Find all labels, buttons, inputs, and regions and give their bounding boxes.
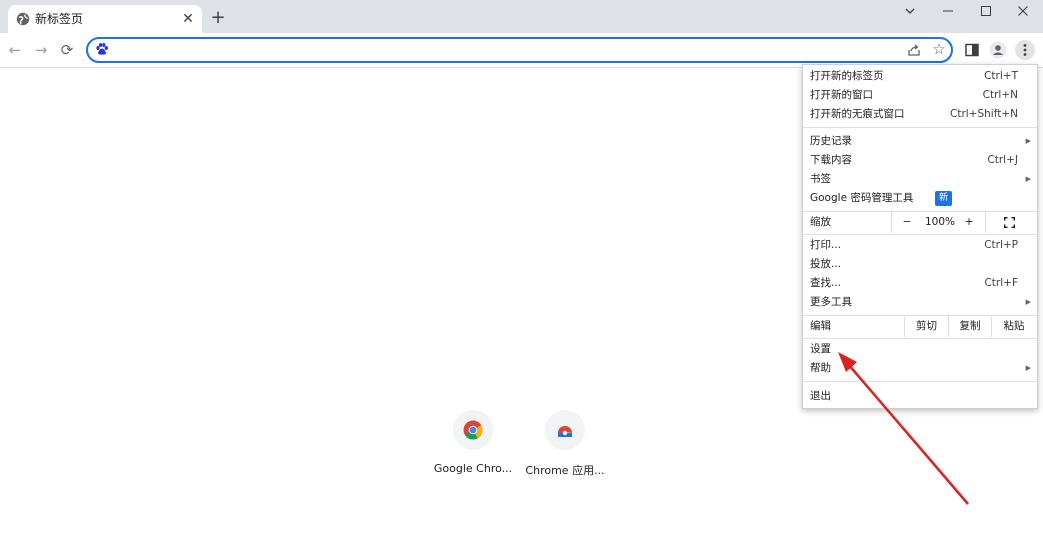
menu-kebab-icon[interactable] (1015, 40, 1035, 60)
menu-divider (803, 234, 1037, 235)
minimize-icon (943, 10, 953, 12)
chevron-down-icon (905, 8, 915, 14)
menu-item-more-tools[interactable]: 更多工具 ▶ (803, 293, 1037, 312)
tab-search-button[interactable] (891, 0, 929, 22)
shortcut-tile (453, 410, 493, 450)
tab-strip: 新标签页 ✕ + (0, 0, 1043, 33)
maximize-button[interactable] (967, 0, 1005, 22)
shortcut-google-chrome[interactable]: Google Chro... (428, 410, 518, 475)
shortcut-label: Google Chro... (433, 462, 513, 475)
menu-item-label: 书签 (810, 173, 831, 185)
menu-item-exit[interactable]: 退出 (803, 387, 1037, 406)
menu-item-find[interactable]: 查找... Ctrl+F (803, 274, 1037, 293)
profile-avatar-icon[interactable] (989, 41, 1007, 59)
shortcut-tile (545, 410, 585, 450)
minimize-button[interactable] (929, 0, 967, 22)
menu-item-new-window[interactable]: 打开新的窗口 Ctrl+N (803, 86, 1037, 105)
new-badge: 新 (935, 191, 952, 206)
menu-item-label: 帮助 (810, 362, 831, 374)
fullscreen-icon[interactable] (1004, 217, 1015, 228)
menu-item-label: 打开新的无痕式窗口 (810, 108, 905, 120)
menu-item-settings[interactable]: 设置 (803, 340, 1037, 359)
menu-item-label: 更多工具 (810, 296, 852, 308)
menu-item-label: 打开新的标签页 (810, 70, 884, 82)
address-bar[interactable]: ☆ (86, 37, 953, 63)
toolbar: ← → ⟳ ☆ (0, 33, 1043, 68)
copy-button[interactable]: 复制 (949, 316, 991, 337)
submenu-arrow-icon: ▶ (1025, 175, 1031, 183)
menu-item-history[interactable]: 历史记录 ▶ (803, 132, 1037, 151)
menu-item-label: 下载内容 (810, 154, 852, 166)
reload-button[interactable]: ⟳ (57, 40, 77, 60)
menu-item-label: 退出 (810, 390, 831, 402)
chrome-logo-icon (463, 420, 483, 440)
menu-divider (803, 127, 1037, 128)
bookmark-star-icon[interactable]: ☆ (931, 40, 947, 58)
submenu-arrow-icon: ▶ (1025, 137, 1031, 145)
shortcut-label: Chrome 应用... (525, 464, 605, 477)
menu-item-shortcut: Ctrl+T (984, 70, 1018, 82)
menu-item-help[interactable]: 帮助 ▶ (803, 359, 1037, 378)
menu-item-shortcut: Ctrl+N (982, 89, 1018, 101)
zoom-out-button[interactable]: − (898, 212, 916, 233)
submenu-arrow-icon: ▶ (1025, 298, 1031, 306)
zoom-divider (985, 212, 986, 233)
close-window-button[interactable] (1004, 0, 1042, 22)
edit-row: 编辑 剪切 复制 粘贴 (803, 316, 1037, 337)
menu-item-label: 查找... (810, 277, 842, 289)
forward-button[interactable]: → (31, 40, 51, 60)
edit-label: 编辑 (810, 320, 831, 332)
zoom-level-value: 100% (924, 216, 956, 228)
zoom-label: 缩放 (810, 216, 831, 228)
submenu-arrow-icon: ▶ (1025, 364, 1031, 372)
menu-divider (803, 381, 1037, 382)
menu-item-label: 投放... (810, 258, 842, 270)
menu-item-label: Google 密码管理工具 (810, 192, 914, 204)
address-input[interactable] (116, 41, 900, 61)
menu-item-label: 设置 (810, 343, 831, 355)
baidu-paw-icon (96, 43, 108, 55)
menu-divider (803, 338, 1037, 339)
zoom-in-button[interactable]: + (960, 212, 978, 233)
menu-item-shortcut: Ctrl+P (984, 239, 1018, 251)
menu-item-label: 打印... (810, 239, 842, 251)
chrome-web-store-icon (558, 426, 572, 437)
menu-item-print[interactable]: 打印... Ctrl+P (803, 236, 1037, 255)
menu-item-new-incognito[interactable]: 打开新的无痕式窗口 Ctrl+Shift+N (803, 105, 1037, 124)
paste-button[interactable]: 粘贴 (992, 316, 1036, 337)
share-icon[interactable] (906, 42, 922, 58)
maximize-icon (981, 6, 991, 16)
globe-icon (16, 12, 30, 26)
zoom-divider (891, 212, 892, 233)
chrome-main-menu: 打开新的标签页 Ctrl+T 打开新的窗口 Ctrl+N 打开新的无痕式窗口 C… (802, 64, 1038, 409)
back-button[interactable]: ← (5, 40, 25, 60)
tab-title: 新标签页 (35, 12, 84, 26)
menu-item-label: 历史记录 (810, 135, 852, 147)
shortcut-chrome-apps[interactable]: Chrome 应用... (520, 410, 610, 478)
menu-item-shortcut: Ctrl+F (984, 277, 1018, 289)
menu-item-label: 打开新的窗口 (810, 89, 873, 101)
menu-item-bookmarks[interactable]: 书签 ▶ (803, 170, 1037, 189)
menu-item-downloads[interactable]: 下载内容 Ctrl+J (803, 151, 1037, 170)
menu-item-shortcut: Ctrl+Shift+N (950, 108, 1018, 120)
close-icon (1018, 6, 1028, 16)
zoom-row: 缩放 − 100% + (803, 212, 1037, 233)
menu-item-shortcut: Ctrl+J (987, 154, 1018, 166)
menu-item-password-manager[interactable]: Google 密码管理工具 新 (803, 189, 1037, 208)
active-tab[interactable]: 新标签页 ✕ (8, 5, 202, 33)
tab-close-icon[interactable]: ✕ (180, 11, 196, 27)
new-tab-button[interactable]: + (208, 8, 228, 28)
menu-item-cast[interactable]: 投放... (803, 255, 1037, 274)
menu-item-new-tab[interactable]: 打开新的标签页 Ctrl+T (803, 67, 1037, 86)
cut-button[interactable]: 剪切 (905, 316, 948, 337)
side-panel-icon[interactable] (963, 41, 981, 59)
